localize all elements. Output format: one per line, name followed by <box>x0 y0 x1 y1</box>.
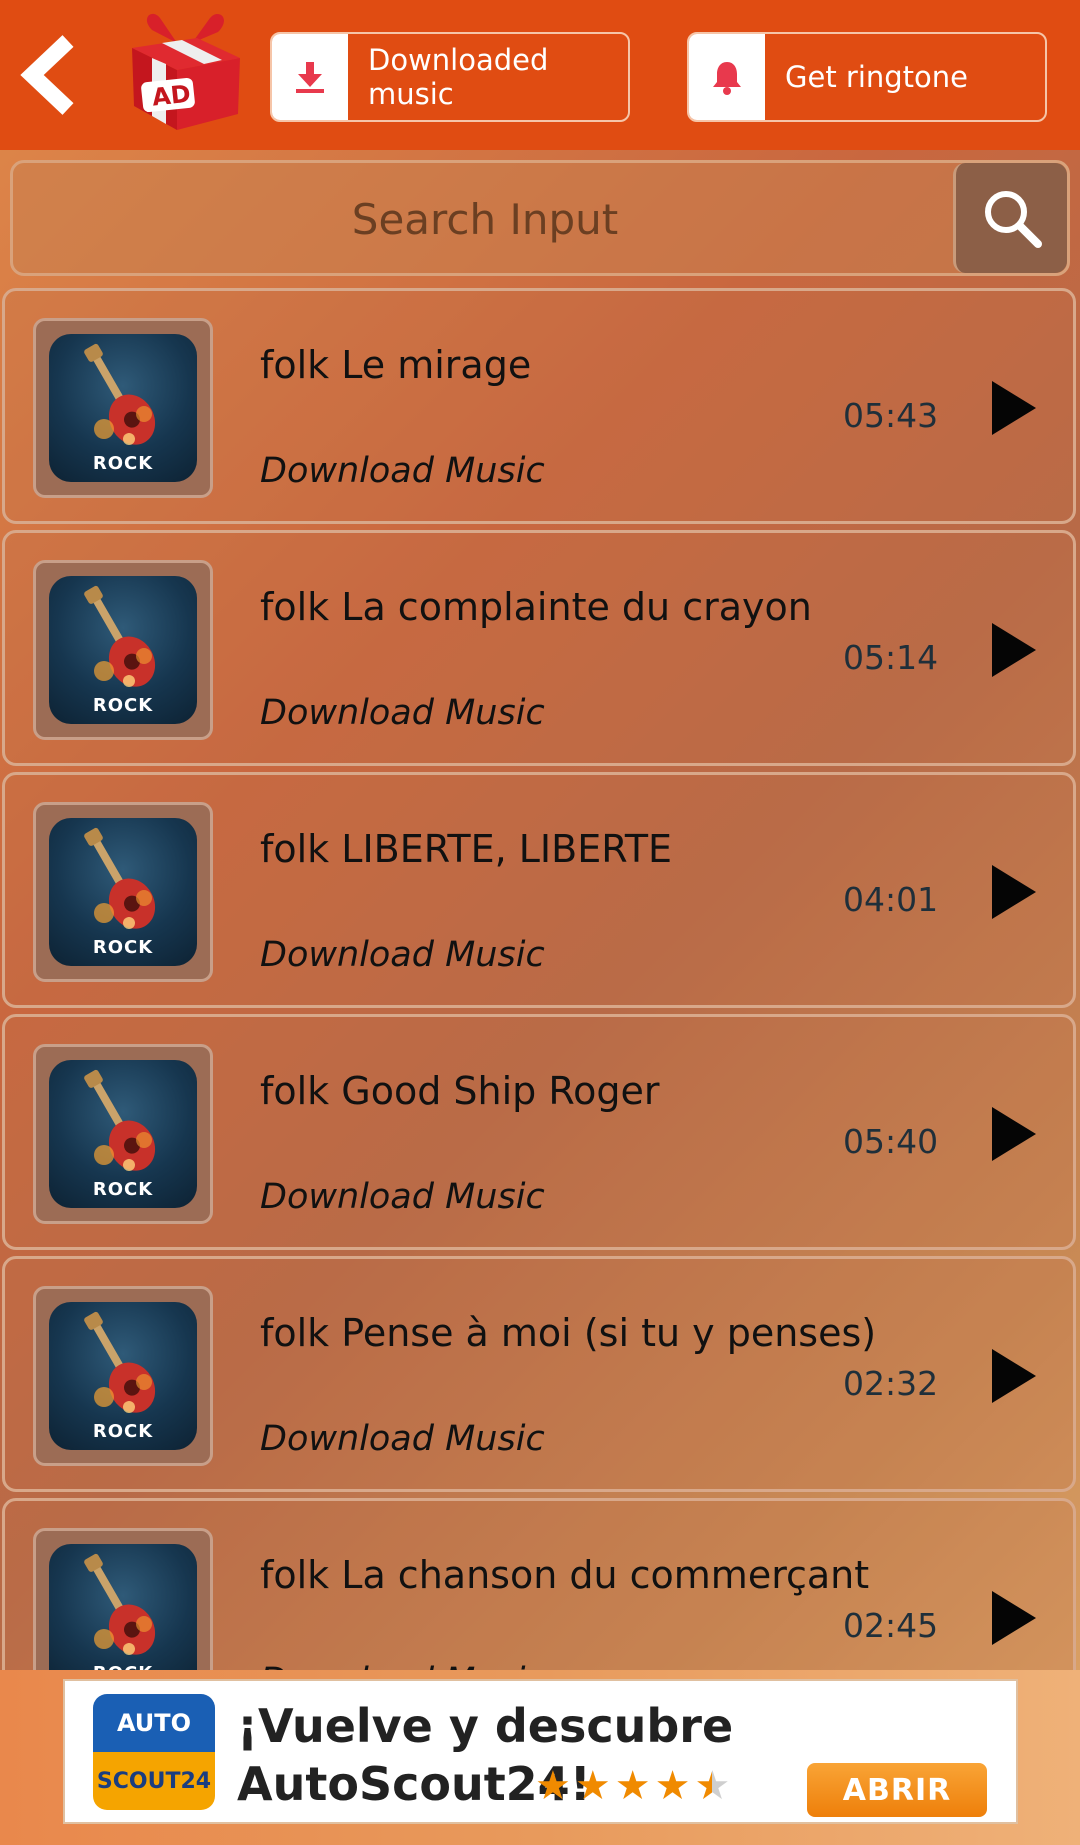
star-icon: ★ <box>535 1763 571 1809</box>
download-music-link[interactable]: Download Music <box>260 693 545 733</box>
track-duration: 02:32 <box>843 1364 939 1403</box>
thumb-label: ROCK <box>92 1179 154 1200</box>
track-title: folk La complainte du crayon <box>260 585 812 629</box>
thumb-label: ROCK <box>92 695 154 716</box>
play-icon[interactable] <box>990 1347 1038 1405</box>
thumb-label: ROCK <box>49 1663 197 1670</box>
top-bar: AD Downloaded music Get ringtone <box>0 0 1080 150</box>
thumb-label: ROCK <box>92 937 154 958</box>
track-row[interactable]: ROCK folk Good Ship Roger Download Music… <box>2 1014 1076 1250</box>
play-icon[interactable] <box>990 621 1038 679</box>
download-music-link[interactable]: Download Music <box>260 451 545 491</box>
star-icon: ★ <box>614 1763 651 1809</box>
track-list: ROCK folk Le mirage Download Music 05:43 <box>0 288 1080 1670</box>
track-duration: 04:01 <box>843 880 939 919</box>
ad-open-button[interactable]: ABRIR <box>807 1763 987 1817</box>
bell-icon <box>713 62 741 95</box>
get-ringtone-button[interactable]: Get ringtone <box>687 32 1047 122</box>
ad-gift-label: AD <box>151 80 192 112</box>
track-duration: 05:43 <box>843 396 939 435</box>
download-music-link[interactable]: Download Music <box>260 1661 545 1670</box>
track-thumbnail: ROCK <box>33 1286 213 1466</box>
thumb-label: ROCK <box>92 1421 154 1442</box>
guitar-art-icon: ROCK <box>49 1544 197 1670</box>
download-music-link[interactable]: Download Music <box>260 1419 545 1459</box>
track-thumbnail: ROCK <box>33 318 213 498</box>
thumb-label: ROCK <box>92 453 154 474</box>
ad-area: AUTO SCOUT24 ¡Vuelve y descubre AutoScou… <box>0 1670 1080 1845</box>
gift-icon: AD <box>132 13 240 130</box>
track-duration: 05:14 <box>843 638 939 677</box>
back-button[interactable] <box>10 30 90 120</box>
ad-logo: AUTO SCOUT24 <box>93 1694 215 1810</box>
ad-headline: ¡Vuelve y descubre <box>237 1699 734 1753</box>
track-title: folk Pense à moi (si tu y penses) <box>260 1311 877 1355</box>
play-icon[interactable] <box>990 1589 1038 1647</box>
track-row[interactable]: ROCK folk La complainte du crayon Downlo… <box>2 530 1076 766</box>
track-thumbnail: ROCK <box>33 1044 213 1224</box>
track-row[interactable]: ROCK folk LIBERTE, LIBERTE Download Musi… <box>2 772 1076 1008</box>
track-duration: 05:40 <box>843 1122 939 1161</box>
track-row[interactable]: ROCK folk Pense à moi (si tu y penses) D… <box>2 1256 1076 1492</box>
track-row[interactable]: ROCK folk La chanson du commerçant Downl… <box>2 1498 1076 1670</box>
star-icon: ★ <box>654 1763 691 1809</box>
track-thumbnail: ROCK <box>33 802 213 982</box>
get-ringtone-label: Get ringtone <box>785 60 969 94</box>
ad-gift-button[interactable]: AD <box>122 8 247 136</box>
track-title: folk Le mirage <box>260 343 532 387</box>
play-icon[interactable] <box>990 863 1038 921</box>
download-music-link[interactable]: Download Music <box>260 935 545 975</box>
search-bar <box>10 160 1070 276</box>
downloaded-music-label: Downloaded music <box>368 43 549 111</box>
guitar-art-icon: ROCK <box>49 1302 197 1450</box>
star-icon: ★ <box>694 1763 731 1809</box>
download-icon <box>296 62 324 93</box>
star-icon: ★ <box>574 1763 611 1809</box>
ad-rating-stars: ★ ★ ★ ★ ★ <box>535 1763 730 1809</box>
ad-logo-bottom: SCOUT24 <box>93 1752 215 1810</box>
track-thumbnail: ROCK <box>33 560 213 740</box>
chevron-left-icon <box>20 35 74 115</box>
track-title: folk LIBERTE, LIBERTE <box>260 827 673 871</box>
track-title: folk La chanson du commerçant <box>260 1553 870 1597</box>
download-music-link[interactable]: Download Music <box>260 1177 545 1217</box>
search-icon <box>984 191 1042 248</box>
guitar-art-icon: ROCK <box>49 818 197 966</box>
guitar-art-icon: ROCK <box>49 334 197 482</box>
ad-banner[interactable]: AUTO SCOUT24 ¡Vuelve y descubre AutoScou… <box>63 1679 1018 1824</box>
play-icon[interactable] <box>990 1105 1038 1163</box>
guitar-art-icon: ROCK <box>49 576 197 724</box>
track-row[interactable]: ROCK folk Le mirage Download Music 05:43 <box>2 288 1076 524</box>
search-button[interactable] <box>953 163 1067 273</box>
search-input[interactable] <box>13 163 957 275</box>
track-title: folk Good Ship Roger <box>260 1069 660 1113</box>
play-icon[interactable] <box>990 379 1038 437</box>
ad-logo-top: AUTO <box>93 1694 215 1752</box>
track-duration: 02:45 <box>843 1606 939 1645</box>
track-thumbnail: ROCK <box>33 1528 213 1670</box>
guitar-art-icon: ROCK <box>49 1060 197 1208</box>
downloaded-music-button[interactable]: Downloaded music <box>270 32 630 122</box>
